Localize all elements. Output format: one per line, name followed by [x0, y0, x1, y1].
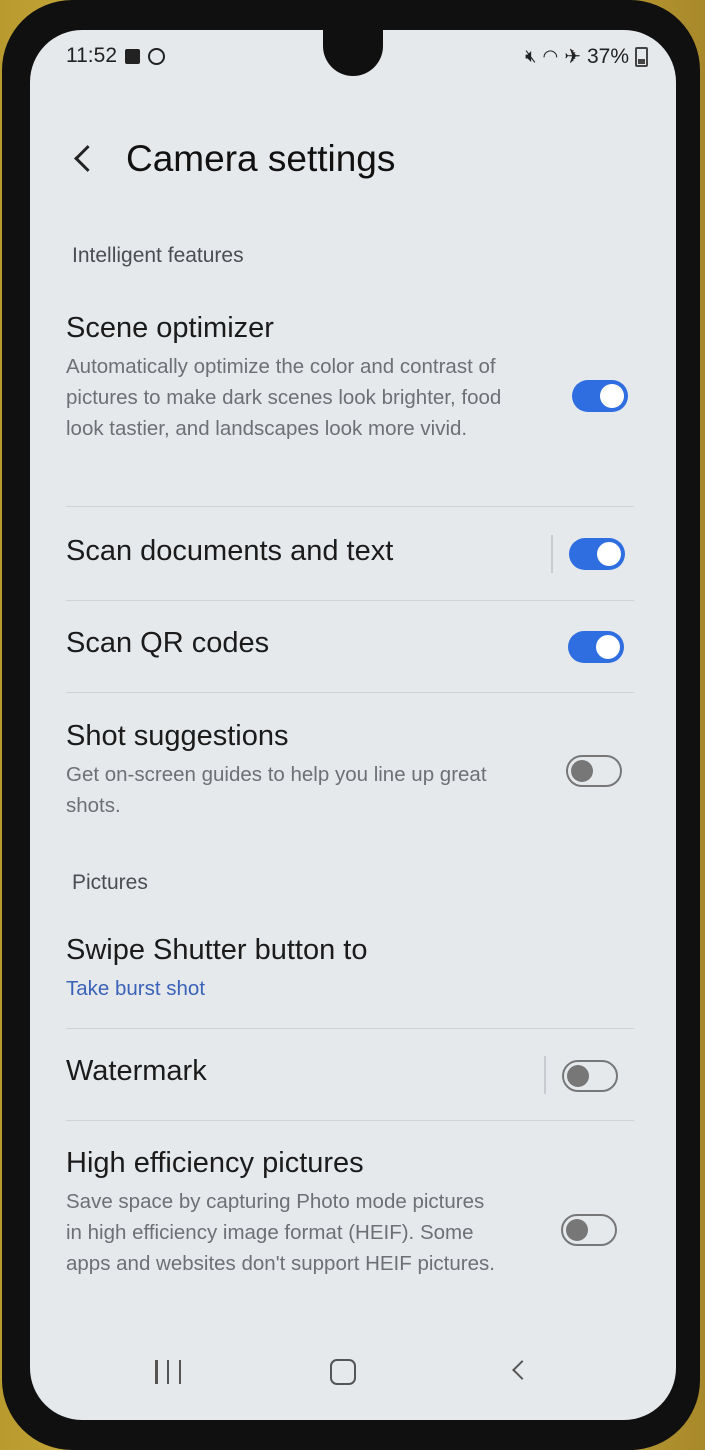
setting-title: Scene optimizer [66, 312, 274, 344]
page-header: Camera settings [70, 138, 395, 180]
screen: 11:52 🔇︎ ◠ ✈︎ 37% Camera settings Intell… [30, 30, 676, 1420]
battery-icon [635, 46, 648, 67]
back-arrow-icon[interactable] [70, 139, 100, 179]
battery-percent: 37% [586, 44, 629, 68]
setting-scene-optimizer[interactable]: Scene optimizer Automatically optimize t… [66, 312, 634, 444]
mute-icon: 🔇︎ [525, 46, 537, 66]
setting-shot-suggestions[interactable]: Shot suggestions Get on-screen guides to… [66, 720, 634, 821]
divider [66, 1120, 634, 1121]
divider [66, 506, 634, 507]
setting-title: Swipe Shutter button to [66, 934, 368, 966]
vertical-separator [551, 535, 553, 573]
scene-optimizer-toggle[interactable] [572, 380, 628, 412]
shot-suggestions-toggle[interactable] [566, 755, 622, 787]
home-icon[interactable] [330, 1359, 356, 1385]
high-efficiency-toggle[interactable] [561, 1214, 617, 1246]
setting-description: Get on-screen guides to help you line up… [66, 763, 487, 817]
page-title: Camera settings [126, 138, 396, 179]
setting-title: Watermark [66, 1055, 207, 1087]
setting-swipe-shutter[interactable]: Swipe Shutter button to Take burst shot [66, 934, 634, 1001]
sync-circle-icon [148, 47, 165, 65]
setting-title: Scan QR codes [66, 627, 270, 659]
watermark-toggle[interactable] [562, 1060, 618, 1092]
navigation-bar [30, 1330, 676, 1420]
setting-high-efficiency-pictures[interactable]: High efficiency pictures Save space by c… [66, 1147, 634, 1279]
status-time: 11:52 [66, 44, 117, 67]
setting-title: Scan documents and text [66, 535, 394, 567]
setting-current-value: Take burst shot [66, 977, 206, 1000]
notification-square-icon [125, 48, 140, 64]
phone-frame: 11:52 🔇︎ ◠ ✈︎ 37% Camera settings Intell… [2, 0, 700, 1450]
setting-title: High efficiency pictures [66, 1147, 364, 1179]
status-bar: 11:52 🔇︎ ◠ ✈︎ 37% [66, 44, 648, 72]
setting-description: Automatically optimize the color and con… [66, 355, 502, 440]
setting-description: Save space by capturing Photo mode pictu… [66, 1190, 495, 1275]
scan-documents-toggle[interactable] [569, 538, 625, 570]
setting-scan-documents[interactable]: Scan documents and text [66, 535, 634, 568]
setting-watermark[interactable]: Watermark [66, 1055, 634, 1088]
vertical-separator [544, 1056, 546, 1094]
section-label-pictures: Pictures [72, 871, 148, 894]
recents-icon[interactable] [155, 1360, 181, 1384]
scan-qr-toggle[interactable] [568, 631, 624, 663]
divider [66, 1028, 634, 1029]
section-label-intelligent-features: Intelligent features [72, 244, 244, 267]
airplane-icon: ✈︎ [564, 46, 581, 68]
wifi-icon: ◠ [542, 46, 559, 66]
setting-scan-qr-codes[interactable]: Scan QR codes [66, 627, 634, 660]
back-icon[interactable] [512, 1360, 532, 1380]
divider [66, 692, 634, 693]
divider [66, 600, 634, 601]
setting-title: Shot suggestions [66, 720, 289, 752]
